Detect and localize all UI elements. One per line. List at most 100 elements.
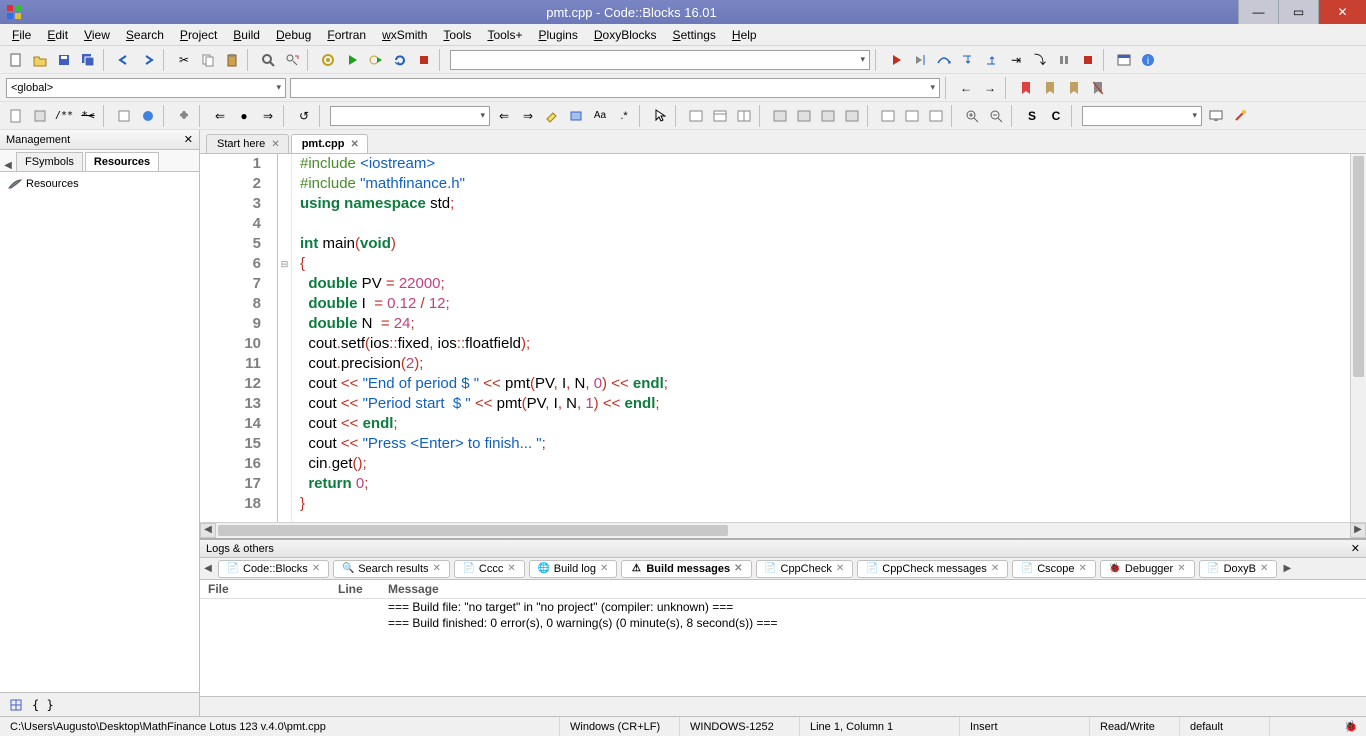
layout1-icon[interactable] (769, 105, 791, 127)
info-icon[interactable]: i (1137, 49, 1159, 71)
debug-run-icon[interactable] (885, 49, 907, 71)
log-tab-doxyb[interactable]: 📄DoxyB✕ (1199, 560, 1278, 578)
editor-tab-starthere[interactable]: Start here✕ (206, 134, 289, 153)
rebuild-icon[interactable] (389, 49, 411, 71)
log-tab-close-icon[interactable]: ✕ (991, 563, 999, 574)
open-file-icon[interactable] (29, 49, 51, 71)
paste-icon[interactable] (221, 49, 243, 71)
doxy-run-icon[interactable] (113, 105, 135, 127)
step-instruction-icon[interactable]: ⤵ (1029, 49, 1051, 71)
replace-icon[interactable] (281, 49, 303, 71)
menu-settings[interactable]: Settings (665, 26, 724, 44)
menu-tools[interactable]: Tools (435, 26, 479, 44)
find-combo[interactable] (330, 106, 490, 126)
menu-plugins[interactable]: Plugins (530, 26, 585, 44)
abort-icon[interactable] (413, 49, 435, 71)
hscroll-left-icon[interactable]: ◀ (200, 523, 216, 538)
select-icon[interactable] (565, 105, 587, 127)
run-icon[interactable] (341, 49, 363, 71)
bookmark-toggle-icon[interactable] (1015, 77, 1037, 99)
undo-icon[interactable] (113, 49, 135, 71)
save-icon[interactable] (53, 49, 75, 71)
menu-wxsmith[interactable]: wxSmith (374, 26, 435, 44)
break-icon[interactable] (1053, 49, 1075, 71)
menu-debug[interactable]: Debug (268, 26, 319, 44)
log-tabs-prev-icon[interactable]: ◀ (200, 563, 216, 574)
menu-tools[interactable]: Tools+ (479, 26, 530, 44)
find-prev-icon[interactable]: ⇐ (493, 105, 515, 127)
management-close-icon[interactable]: ✕ (184, 133, 193, 146)
symbol-combo[interactable] (290, 78, 940, 98)
save-all-icon[interactable] (77, 49, 99, 71)
grid1-icon[interactable] (877, 105, 899, 127)
log-tab-close-icon[interactable]: ✕ (1079, 563, 1087, 574)
zoom-out-icon[interactable] (985, 105, 1007, 127)
cut-icon[interactable]: ✂ (173, 49, 195, 71)
comment-block-icon[interactable]: /** (53, 105, 75, 127)
log-tab-debugger[interactable]: 🐞Debugger✕ (1100, 560, 1195, 578)
log-tab-cccc[interactable]: 📄Cccc✕ (454, 560, 525, 578)
editor-tab-pmtcpp[interactable]: pmt.cpp✕ (291, 134, 368, 153)
split-h-icon[interactable] (733, 105, 755, 127)
log-tab-close-icon[interactable]: ✕ (600, 563, 608, 574)
next-instruction-icon[interactable]: ⇥ (1005, 49, 1027, 71)
pointer-icon[interactable] (649, 105, 671, 127)
tab-close-icon[interactable]: ✕ (271, 139, 279, 150)
letter-c-icon[interactable]: C (1045, 105, 1067, 127)
fold-column[interactable]: ⊟ (278, 154, 292, 522)
step-over-icon[interactable] (933, 49, 955, 71)
jump-forward-icon[interactable]: ⇒ (257, 105, 279, 127)
layout3-icon[interactable] (817, 105, 839, 127)
vertical-scrollbar[interactable] (1350, 154, 1366, 522)
menu-fortran[interactable]: Fortran (319, 26, 374, 44)
log-tabs-next-icon[interactable]: ▶ (1279, 563, 1295, 574)
match-case-icon[interactable]: Aa (589, 105, 611, 127)
log-header-file[interactable]: File (200, 580, 330, 598)
bug-icon[interactable]: 🐞 (1344, 720, 1358, 733)
minimize-button[interactable]: — (1238, 0, 1278, 24)
stop-debug-icon[interactable] (1077, 49, 1099, 71)
code-lines[interactable]: #include <iostream>#include "mathfinance… (292, 154, 1350, 522)
step-into-icon[interactable] (957, 49, 979, 71)
jump-current-icon[interactable]: ● (233, 105, 255, 127)
doxy-block-icon[interactable] (29, 105, 51, 127)
form-icon[interactable] (685, 105, 707, 127)
comment-line-icon[interactable]: *< (77, 105, 99, 127)
wand-icon[interactable] (1229, 105, 1251, 127)
doxy-html-icon[interactable] (137, 105, 159, 127)
log-tab-close-icon[interactable]: ✕ (836, 563, 844, 574)
mgmt-grid-icon[interactable] (5, 694, 27, 716)
step-out-icon[interactable] (981, 49, 1003, 71)
log-tab-close-icon[interactable]: ✕ (433, 563, 441, 574)
debug-windows-icon[interactable] (1113, 49, 1135, 71)
log-row[interactable]: === Build finished: 0 error(s), 0 warnin… (200, 615, 1366, 631)
log-tab-close-icon[interactable]: ✕ (312, 563, 320, 574)
close-button[interactable]: ✕ (1318, 0, 1366, 24)
doxy-file-icon[interactable] (5, 105, 27, 127)
log-row[interactable]: === Build file: "no target" in "no proje… (200, 599, 1366, 615)
find-next-icon[interactable]: ⇒ (517, 105, 539, 127)
new-file-icon[interactable] (5, 49, 27, 71)
maximize-button[interactable]: ▭ (1278, 0, 1318, 24)
log-tab-buildlog[interactable]: 🌐Build log✕ (529, 560, 618, 578)
log-tab-cppcheckmessages[interactable]: 📄CppCheck messages✕ (857, 560, 1008, 578)
menu-build[interactable]: Build (225, 26, 268, 44)
build-target-combo[interactable] (450, 50, 870, 70)
grid3-icon[interactable] (925, 105, 947, 127)
build-icon[interactable] (317, 49, 339, 71)
code-editor[interactable]: 123456789101112131415161718 ⊟ #include <… (200, 154, 1366, 522)
log-tab-close-icon[interactable]: ✕ (1177, 563, 1185, 574)
doxy-config-icon[interactable] (173, 105, 195, 127)
log-tab-buildmessages[interactable]: ⚠Build messages✕ (621, 560, 751, 578)
mgmt-tabs-prev-icon[interactable]: ◀ (0, 160, 16, 171)
log-tab-close-icon[interactable]: ✕ (507, 563, 515, 574)
log-tab-close-icon[interactable]: ✕ (1260, 563, 1268, 574)
hscroll-right-icon[interactable]: ▶ (1350, 523, 1366, 538)
log-tab-cppcheck[interactable]: 📄CppCheck✕ (756, 560, 854, 578)
bookmark-next-icon[interactable] (1063, 77, 1085, 99)
mgmt-tab-fsymbols[interactable]: FSymbols (16, 152, 83, 171)
horizontal-scrollbar[interactable]: ◀ ▶ (200, 522, 1366, 538)
redo-icon[interactable] (137, 49, 159, 71)
tab-close-icon[interactable]: ✕ (350, 139, 358, 150)
log-header-message[interactable]: Message (380, 580, 1366, 598)
